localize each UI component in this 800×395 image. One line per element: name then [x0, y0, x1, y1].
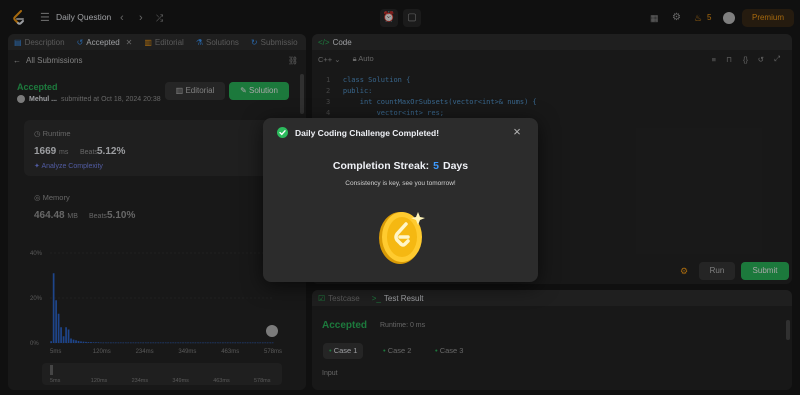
streak-prefix: Completion Streak: [332, 160, 430, 172]
check-circle-icon [277, 127, 288, 138]
dialog-subtitle: Consistency is key, see you tomorrow! [345, 180, 456, 187]
dialog-title: Daily Coding Challenge Completed! [295, 128, 440, 138]
streak-value: 5 [433, 160, 439, 172]
challenge-completed-dialog: Daily Coding Challenge Completed! × Comp… [263, 118, 538, 282]
completion-streak: Completion Streak: 5 Days [263, 160, 538, 172]
streak-suffix: Days [443, 160, 469, 172]
close-icon[interactable]: × [510, 125, 524, 139]
gold-coin-icon [379, 212, 425, 264]
checkmark-icon [279, 130, 286, 136]
